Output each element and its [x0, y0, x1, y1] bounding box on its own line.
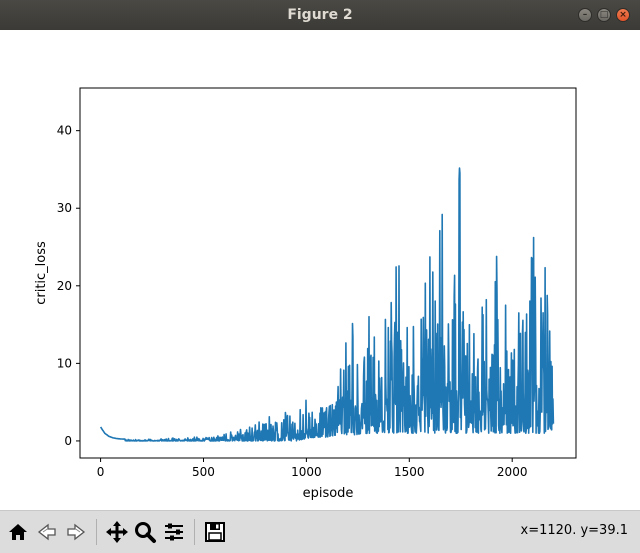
pan-button[interactable] [103, 517, 130, 547]
window-titlebar: Figure 2 – □ × [0, 0, 640, 30]
configure-subplots-button[interactable] [160, 517, 187, 547]
save-button[interactable] [201, 517, 228, 547]
zoom-button[interactable] [131, 517, 158, 547]
y-tick-label: 30 [57, 201, 72, 215]
cursor-coordinates: x=1120. y=39.1 [520, 523, 628, 538]
y-tick-label: 10 [57, 356, 72, 370]
minimize-button[interactable]: – [578, 8, 592, 22]
close-button[interactable]: × [616, 8, 630, 22]
x-tick-label: 1500 [394, 465, 425, 479]
maximize-button[interactable]: □ [597, 8, 611, 22]
x-tick-label: 0 [97, 465, 105, 479]
x-tick-label: 1000 [291, 465, 322, 479]
toolbar-separator [194, 519, 195, 545]
configure-subplots-icon [164, 523, 183, 541]
x-tick-label: 500 [192, 465, 215, 479]
x-tick-label: 2000 [497, 465, 528, 479]
back-icon [37, 523, 56, 541]
y-tick-label: 40 [57, 124, 72, 138]
window-title: Figure 2 [287, 7, 353, 23]
y-tick-label: 20 [57, 279, 72, 293]
forward-button[interactable] [62, 517, 89, 547]
y-tick-label: 0 [64, 434, 72, 448]
back-button[interactable] [33, 517, 60, 547]
save-icon [204, 522, 225, 542]
home-icon [8, 524, 27, 540]
figure-canvas[interactable]: 0 10 20 30 40 0 500 1000 1500 2000 episode criti… [0, 30, 640, 510]
x-axis-label: episode [303, 486, 354, 501]
line-chart: 0 10 20 30 40 0 500 1000 1500 2000 episode criti… [34, 87, 577, 501]
forward-icon [66, 523, 85, 541]
y-axis-label: critic_loss [34, 241, 49, 305]
home-button[interactable] [4, 517, 31, 547]
pan-icon [105, 521, 128, 543]
y-ticks: 0 10 20 30 40 [57, 124, 80, 448]
navigation-toolbar: x=1120. y=39.1 [0, 510, 640, 553]
zoom-icon [134, 522, 156, 543]
toolbar-separator [96, 519, 97, 545]
x-ticks: 0 500 1000 1500 2000 [97, 458, 528, 479]
